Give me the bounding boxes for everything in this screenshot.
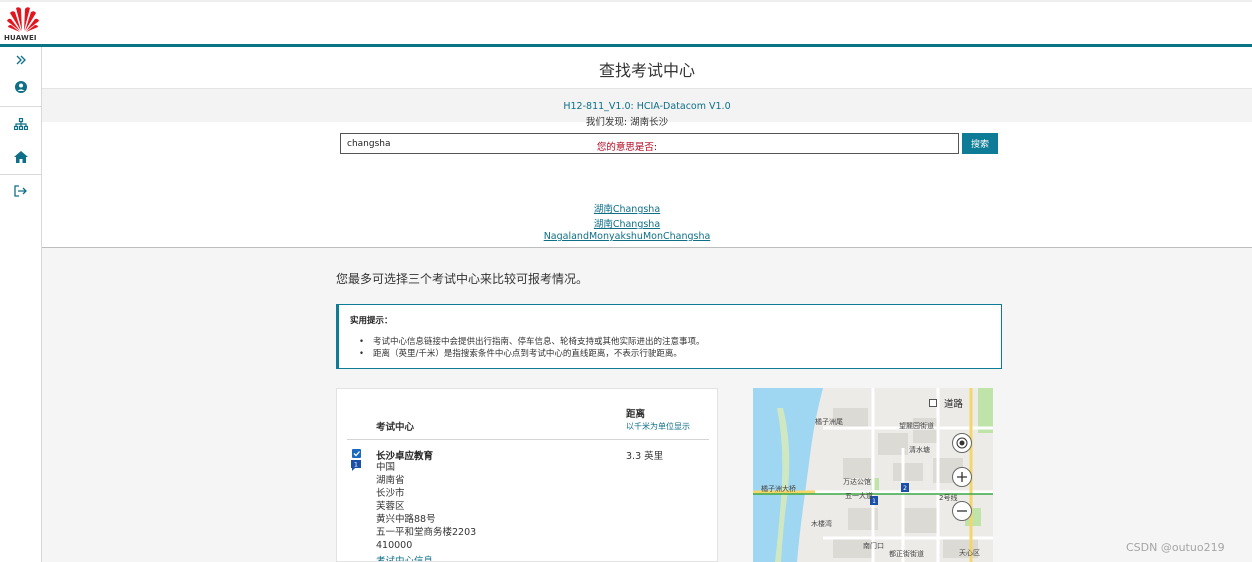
check-icon	[353, 451, 360, 457]
map-label: 木楼湾	[811, 519, 832, 528]
map-view[interactable]: 1 2 橘子洲尾 望麓园街道 清水塘 万达公馆 五一大道 橘子洲大桥 2号线 木…	[753, 388, 993, 562]
roads-checkbox[interactable]	[929, 399, 937, 407]
logout-button[interactable]	[0, 179, 41, 203]
select-center-checkbox[interactable]	[352, 449, 361, 458]
svg-text:2: 2	[903, 485, 907, 492]
suggestion-item: 湖南Changsha	[0, 216, 1252, 230]
rail-divider	[0, 174, 41, 175]
brand-name: HUAWEI	[4, 34, 37, 42]
search-found-text: 我们发现: 湖南长沙	[585, 117, 669, 128]
map-label: 南门口	[863, 541, 884, 550]
page-title: 查找考试中心	[598, 61, 695, 80]
locate-icon	[956, 437, 968, 449]
map-label: 橘子洲大桥	[761, 484, 796, 493]
suggestion-link[interactable]: 湖南Changsha	[594, 219, 660, 230]
user-icon	[14, 81, 27, 93]
zoom-out-button[interactable]	[952, 501, 972, 521]
suggestion-link[interactable]: 湖南Changsha	[594, 204, 660, 215]
exam-name: H12-811_V1.0: HCIA-Datacom V1.0	[563, 101, 731, 112]
suggestion-link[interactable]: NagalandMonyakshuMonChangsha	[544, 231, 711, 242]
huawei-flower-icon	[7, 7, 39, 32]
map-label: 望麓园街道	[899, 421, 934, 430]
huawei-logo[interactable]: HUAWEI	[4, 6, 42, 44]
watermark: CSDN @outuo219	[1126, 541, 1225, 554]
map-label: 五一大道	[845, 491, 873, 500]
map-label: 都正街街道	[889, 549, 924, 558]
suggestion-item: NagalandMonyakshuMonChangsha	[0, 231, 1252, 242]
map-label: 天心区	[959, 549, 980, 557]
zoom-in-button[interactable]	[952, 467, 972, 487]
rail-divider	[0, 106, 41, 107]
suggestion-item: 湖南Changsha	[0, 201, 1252, 215]
roads-toggle-label: 道路	[944, 399, 964, 410]
did-you-mean-label: 您的意思是否:	[596, 142, 658, 153]
map-label: 橘子洲尾	[815, 417, 843, 426]
logout-icon	[14, 185, 27, 197]
expand-menu-button[interactable]	[0, 48, 41, 72]
profile-button[interactable]	[0, 75, 41, 99]
locate-button[interactable]	[952, 433, 972, 453]
map-label: 2号线	[939, 493, 957, 502]
expand-icon	[16, 55, 26, 65]
minus-icon	[957, 510, 967, 512]
plus-icon	[957, 472, 967, 482]
roads-toggle[interactable]: 道路	[929, 396, 963, 410]
top-header: HUAWEI	[0, 0, 1252, 47]
map-marker[interactable]: 2	[901, 483, 909, 492]
center-info-link[interactable]: 考试中心信息	[376, 553, 433, 561]
map-label: 万达公馆	[843, 477, 871, 486]
map-label: 清水塘	[909, 445, 930, 454]
